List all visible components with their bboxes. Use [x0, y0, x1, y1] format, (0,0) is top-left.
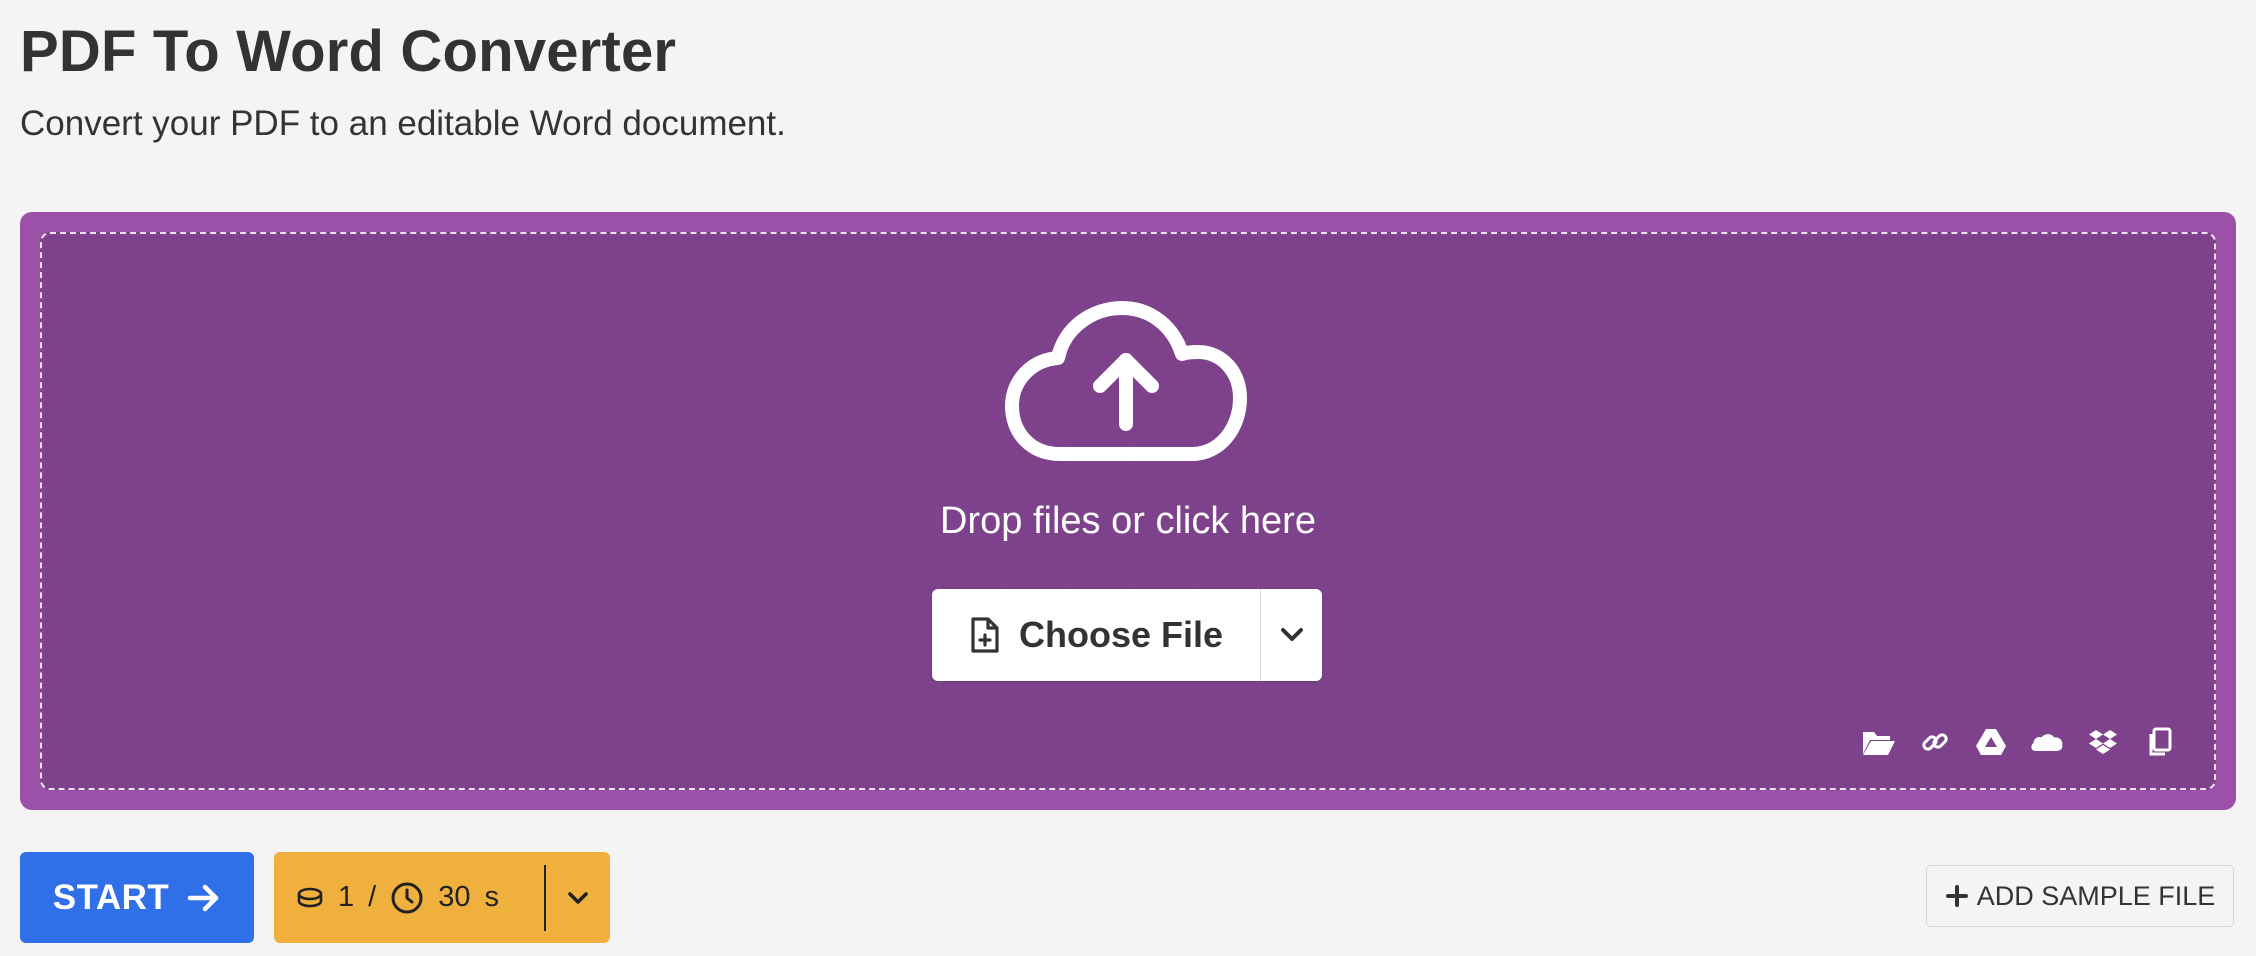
page-title: PDF To Word Converter	[20, 19, 677, 84]
time-unit: s	[484, 881, 499, 913]
plus-icon	[1945, 885, 1968, 907]
link-icon[interactable]	[1918, 725, 1952, 759]
add-sample-file-label: ADD SAMPLE FILE	[1976, 880, 2216, 911]
add-sample-file-button[interactable]: ADD SAMPLE FILE	[1926, 865, 2234, 927]
page-subtitle: Convert your PDF to an editable Word doc…	[20, 104, 786, 143]
chevron-down-icon	[568, 891, 588, 904]
cloud-upload-icon	[1005, 301, 1247, 461]
credits-time-button[interactable]: 1 / 30 s	[274, 852, 544, 943]
start-button[interactable]: START	[20, 852, 254, 943]
choose-file-group: Choose File	[932, 589, 1322, 681]
choose-file-label: Choose File	[1018, 614, 1224, 655]
onedrive-icon[interactable]	[2030, 725, 2064, 759]
time-value: 30	[438, 881, 471, 913]
choose-file-button[interactable]: Choose File	[932, 589, 1261, 681]
page: PDF To Word Converter Convert your PDF t…	[0, 0, 2256, 956]
coins-icon	[297, 887, 323, 907]
upload-sources	[1862, 722, 2176, 762]
choose-file-dropdown-toggle[interactable]	[1261, 589, 1322, 681]
credits-time-group: 1 / 30 s	[274, 852, 610, 943]
file-add-icon	[971, 617, 999, 653]
clock-icon	[391, 882, 423, 913]
folder-open-icon[interactable]	[1862, 725, 1896, 759]
credits-separator: /	[368, 881, 377, 913]
start-label: START	[52, 877, 170, 917]
google-drive-icon[interactable]	[1974, 725, 2008, 759]
credits-dropdown-toggle[interactable]	[546, 890, 610, 906]
chevron-down-icon	[1280, 628, 1303, 641]
drop-prompt: Drop files or click here	[940, 500, 1316, 542]
arrow-right-icon	[188, 884, 219, 911]
clipboard-paste-icon[interactable]	[2142, 725, 2176, 759]
dropbox-icon[interactable]	[2086, 725, 2120, 759]
credits-count: 1	[338, 881, 355, 913]
